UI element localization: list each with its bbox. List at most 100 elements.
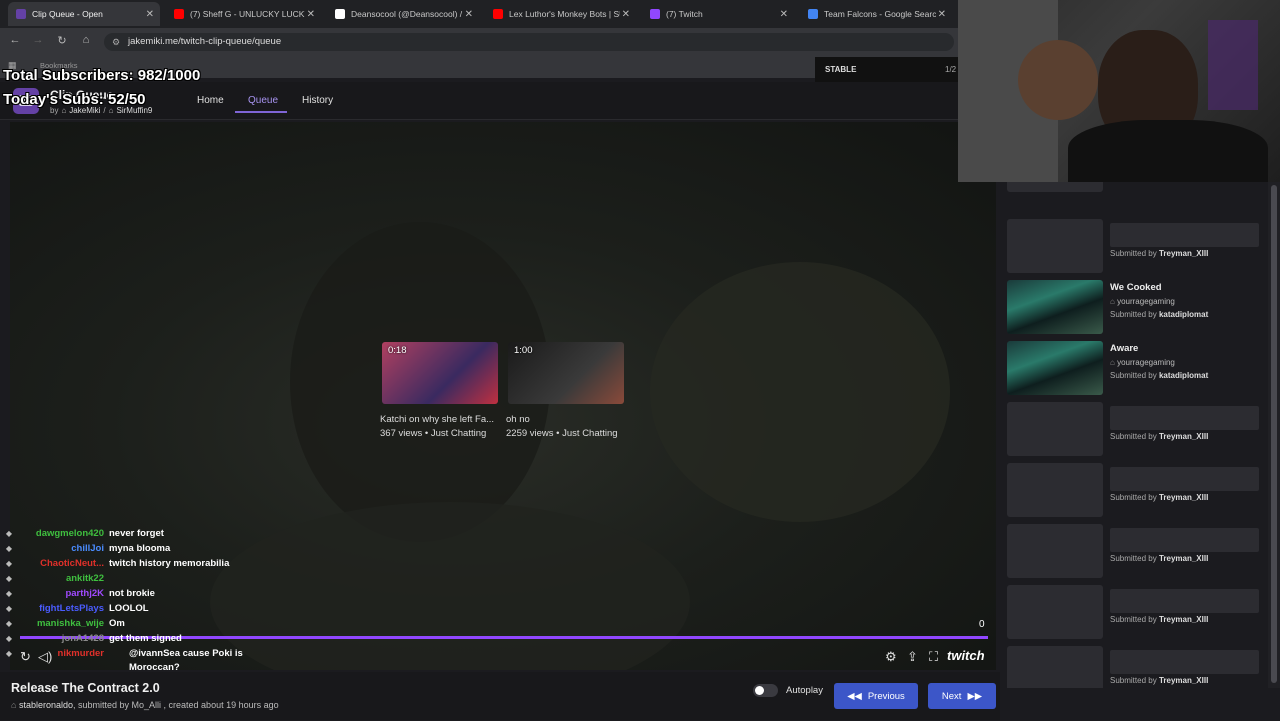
queue-item-placeholder: [1110, 406, 1259, 430]
submitter-name: Treyman_XIII: [1158, 432, 1209, 441]
queue-item-thumbnail[interactable]: [1007, 524, 1103, 578]
chat-username[interactable]: fightLetsPlays: [18, 603, 104, 614]
settings-icon[interactable]: ⚙: [885, 649, 897, 665]
address-bar[interactable]: ⚙ jakemiki.me/twitch-clip-queue/queue: [104, 33, 954, 51]
queue-item[interactable]: Aware ⌂ yourragegaming Submitted by katadi…: [1007, 341, 1269, 397]
twitch-logo[interactable]: twitch: [947, 648, 985, 663]
queue-item-thumbnail[interactable]: [1007, 402, 1103, 456]
twitch-icon: ⌂: [1110, 297, 1118, 306]
browser-tab[interactable]: Team Falcons - Google Search ✕: [800, 4, 952, 24]
fullscreen-icon[interactable]: ⛶: [929, 649, 938, 665]
submitted-by-label: Submitted by: [1110, 432, 1157, 441]
chat-username[interactable]: ankitk22: [18, 573, 104, 584]
home-icon[interactable]: ⌂: [79, 34, 93, 46]
queue-item-channel-name: yourragegaming: [1117, 358, 1175, 367]
queue-item-thumbnail[interactable]: [1007, 182, 1103, 192]
queue-sidebar: Submitted by Treyman_XIIISubmitted by Tr…: [1000, 182, 1280, 688]
next-label: Next: [941, 690, 962, 702]
related-clip-title[interactable]: Katchi on why she left Fa...: [380, 414, 494, 425]
queue-item[interactable]: Submitted by Treyman_XIII: [1007, 402, 1269, 458]
submitter-name: katadiplomat: [1158, 371, 1209, 380]
tab-favicon-icon: [493, 9, 503, 19]
video-player[interactable]: [10, 122, 996, 670]
submitted-by-label: Submitted by: [1110, 554, 1157, 563]
queue-item-thumbnail[interactable]: [1007, 341, 1103, 395]
queue-item-channel-name: yourragegaming: [1117, 297, 1175, 306]
close-tab-icon[interactable]: ✕: [146, 9, 154, 20]
chat-username[interactable]: jonA1428: [18, 633, 104, 644]
site-info-icon[interactable]: ⚙: [112, 33, 120, 51]
queue-item-channel: ⌂ yourragegaming: [1110, 297, 1175, 306]
nav-queue[interactable]: Queue: [248, 95, 278, 106]
tab-favicon-icon: [16, 9, 26, 19]
close-tab-icon[interactable]: ✕: [780, 9, 788, 20]
chat-message: ◆ nikmurder @ivannSea cause Poki is: [0, 648, 243, 659]
chat-badge-icon: ◆: [5, 619, 13, 628]
forward-icon[interactable]: →: [31, 34, 45, 46]
chat-username[interactable]: chillJoi: [18, 543, 104, 554]
reload-icon[interactable]: ↻: [55, 34, 69, 47]
queue-item-placeholder: [1110, 223, 1259, 247]
related-clip-meta: 367 views • Just Chatting: [380, 428, 487, 439]
related-clip-thumbnail[interactable]: 1:00: [508, 342, 624, 404]
chat-text: myna blooma: [109, 543, 171, 554]
autoplay-toggle[interactable]: [753, 684, 778, 697]
share-icon[interactable]: ⇪: [907, 649, 918, 665]
chat-text: never forget: [109, 528, 164, 539]
close-tab-icon[interactable]: ✕: [465, 9, 473, 20]
previous-button[interactable]: ◀◀ Previous: [834, 683, 918, 709]
queue-item-thumbnail[interactable]: [1007, 219, 1103, 273]
submitter-name: katadiplomat: [1158, 310, 1209, 319]
autoplay-label[interactable]: Autoplay: [786, 685, 823, 696]
sidebar-scroll-thumb[interactable]: [1271, 185, 1277, 683]
chat-message: ◆ manishka_wije Om: [0, 618, 125, 629]
nav-history[interactable]: History: [302, 95, 333, 106]
queue-item-placeholder: [1110, 467, 1259, 491]
nav-home[interactable]: Home: [197, 95, 224, 106]
queue-item-thumbnail[interactable]: [1007, 463, 1103, 517]
close-tab-icon[interactable]: ✕: [938, 9, 946, 20]
submitted-by-label: Submitted by: [1110, 310, 1157, 319]
related-clip-thumbnail[interactable]: 0:18: [382, 342, 498, 404]
related-clip-duration: 0:18: [388, 345, 407, 356]
queue-item-thumbnail[interactable]: [1007, 585, 1103, 639]
queue-item[interactable]: Submitted by Treyman_XIII: [1007, 219, 1269, 275]
queue-item[interactable]: Submitted by Treyman_XIII: [1007, 585, 1269, 641]
chat-badge-icon: ◆: [5, 529, 13, 538]
close-tab-icon[interactable]: ✕: [622, 9, 630, 20]
queue-item-submitter: Submitted by Treyman_XIII: [1110, 676, 1208, 685]
related-clip-title[interactable]: oh no: [506, 414, 530, 425]
queue-item-channel: ⌂ yourragegaming: [1110, 358, 1175, 367]
queue-item[interactable]: Submitted by Treyman_XIII: [1007, 524, 1269, 580]
tab-label: Clip Queue - Open: [32, 9, 103, 19]
queue-item-thumbnail[interactable]: [1007, 646, 1103, 688]
chat-username[interactable]: ChaoticNeut...: [18, 558, 104, 569]
browser-tab[interactable]: (7) Sheff G - UNLUCKY LUCKY ✕: [166, 4, 321, 24]
tab-label: (7) Sheff G - UNLUCKY LUCKY: [190, 9, 305, 19]
chat-badge-icon: ◆: [5, 544, 13, 553]
chat-text: @ivannSea cause Poki is: [129, 648, 243, 659]
queue-item[interactable]: We Cooked ⌂ yourragegaming Submitted by ka…: [1007, 280, 1269, 336]
close-tab-icon[interactable]: ✕: [307, 9, 315, 20]
next-button[interactable]: Next ▶▶: [928, 683, 996, 709]
chat-username[interactable]: dawgmelon420: [18, 528, 104, 539]
clip-title: Release The Contract 2.0: [11, 681, 160, 695]
queue-item[interactable]: Submitted by Treyman_XIII: [1007, 646, 1269, 688]
submitter-name: Treyman_XIII: [1158, 249, 1209, 258]
back-icon[interactable]: ←: [8, 34, 22, 46]
queue-item[interactable]: Submitted by Treyman_XIII: [1007, 463, 1269, 519]
browser-tab[interactable]: Deansocool (@Deansocool) / X ✕: [327, 4, 479, 24]
sub-goal-overlay: Total Subscribers: 982/1000 Today's Subs…: [3, 64, 200, 112]
queue-item[interactable]: Submitted by Treyman_XIII: [1007, 182, 1269, 194]
queue-item-title: We Cooked: [1110, 282, 1162, 293]
queue-item-thumbnail[interactable]: [1007, 280, 1103, 334]
browser-tab[interactable]: Clip Queue - Open ✕: [8, 2, 160, 26]
chat-username[interactable]: manishka_wije: [18, 618, 104, 629]
chat-username[interactable]: parthj2K: [18, 588, 104, 599]
tab-favicon-icon: [174, 9, 184, 19]
browser-tab[interactable]: Lex Luthor's Monkey Bots | SUB ✕: [485, 4, 636, 24]
chat-username[interactable]: nikmurder: [18, 648, 104, 659]
browser-tab[interactable]: (7) Twitch ✕: [642, 4, 794, 24]
chat-text: not brokie: [109, 588, 155, 599]
clip-channel[interactable]: stableronaldo: [19, 700, 73, 710]
